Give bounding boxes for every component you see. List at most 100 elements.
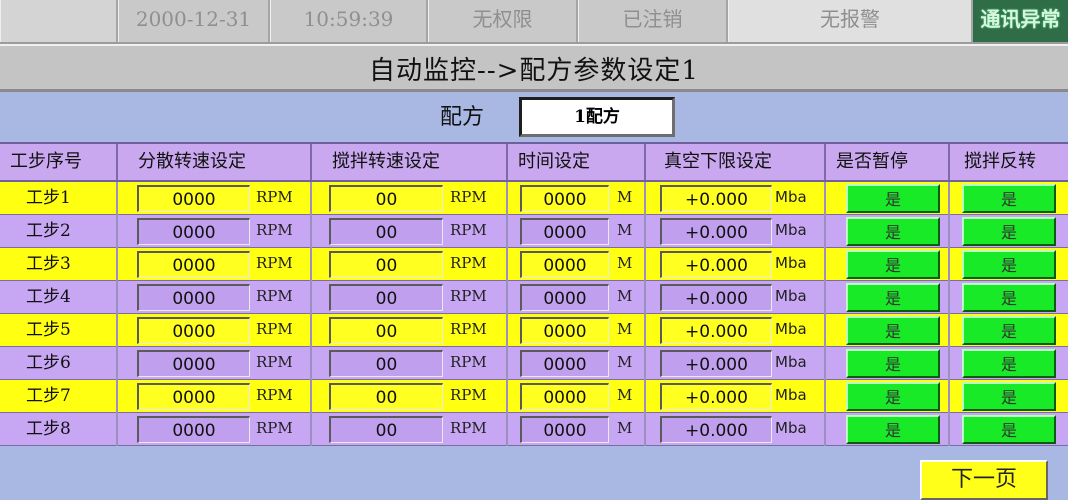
column-divider xyxy=(644,281,646,314)
pause-toggle-button[interactable]: 是 xyxy=(846,250,940,279)
reverse-toggle-button[interactable]: 是 xyxy=(962,250,1056,279)
column-divider xyxy=(644,380,646,413)
time-input[interactable]: 0000 xyxy=(520,383,609,410)
time-input[interactable]: 0000 xyxy=(520,185,609,212)
stir-speed-input[interactable]: 00 xyxy=(329,251,443,278)
recipe-selector[interactable]: 1配方 xyxy=(519,97,675,137)
column-divider xyxy=(644,347,646,380)
vacuum-input[interactable]: +0.000 xyxy=(660,383,772,410)
rpm-unit: RPM xyxy=(256,188,293,206)
status-spacer xyxy=(0,0,118,42)
column-divider xyxy=(310,347,312,380)
vacuum-input[interactable]: +0.000 xyxy=(660,218,772,245)
pause-toggle-button[interactable]: 是 xyxy=(846,349,940,378)
pause-toggle-button[interactable]: 是 xyxy=(846,415,940,444)
column-divider xyxy=(506,215,508,248)
table-row: 工步4 0000 RPM 00 RPM 0000 M +0.000 Mba 是是 xyxy=(0,281,1068,314)
header-vacuum: 真空下限设定 xyxy=(644,144,824,180)
column-divider xyxy=(310,281,312,314)
vacuum-unit: Mba xyxy=(775,320,807,338)
column-divider xyxy=(506,182,508,215)
stir-speed-input[interactable]: 00 xyxy=(329,383,443,410)
rpm-unit: RPM xyxy=(256,320,293,338)
disperse-speed-input[interactable]: 0000 xyxy=(137,416,250,443)
disperse-speed-input[interactable]: 0000 xyxy=(137,350,250,377)
column-divider xyxy=(948,413,950,446)
stir-speed-input[interactable]: 00 xyxy=(329,317,443,344)
next-page-button[interactable]: 下一页 xyxy=(920,460,1048,500)
reverse-toggle-button[interactable]: 是 xyxy=(962,316,1056,345)
rpm-unit: RPM xyxy=(256,254,293,272)
column-divider xyxy=(948,248,950,281)
vacuum-unit: Mba xyxy=(775,254,807,272)
time-input[interactable]: 0000 xyxy=(520,416,609,443)
vacuum-unit: Mba xyxy=(775,287,807,305)
time-input[interactable]: 0000 xyxy=(520,284,609,311)
disperse-speed-input[interactable]: 0000 xyxy=(137,251,250,278)
reverse-toggle-button[interactable]: 是 xyxy=(962,184,1056,213)
vacuum-unit: Mba xyxy=(775,353,807,371)
column-divider xyxy=(506,314,508,347)
pause-toggle-button[interactable]: 是 xyxy=(846,316,940,345)
rpm-unit: RPM xyxy=(450,254,487,272)
time-input[interactable]: 0000 xyxy=(520,218,609,245)
vacuum-input[interactable]: +0.000 xyxy=(660,284,772,311)
time-input[interactable]: 0000 xyxy=(520,251,609,278)
stir-speed-input[interactable]: 00 xyxy=(329,185,443,212)
stir-speed-input[interactable]: 00 xyxy=(329,416,443,443)
minute-unit: M xyxy=(617,221,633,239)
column-divider xyxy=(644,248,646,281)
column-divider xyxy=(506,380,508,413)
column-divider xyxy=(824,314,826,347)
time-input[interactable]: 0000 xyxy=(520,317,609,344)
table-header: 工步序号 分散转速设定 搅拌转速设定 时间设定 真空下限设定 是否暂停 搅拌反转 xyxy=(0,142,1068,182)
status-comm-error: 通讯异常 xyxy=(973,0,1068,42)
pause-toggle-button[interactable]: 是 xyxy=(846,184,940,213)
pause-toggle-button[interactable]: 是 xyxy=(846,382,940,411)
disperse-speed-input[interactable]: 0000 xyxy=(137,383,250,410)
rpm-unit: RPM xyxy=(450,353,487,371)
rpm-unit: RPM xyxy=(450,320,487,338)
reverse-toggle-button[interactable]: 是 xyxy=(962,382,1056,411)
rpm-unit: RPM xyxy=(256,353,293,371)
reverse-toggle-button[interactable]: 是 xyxy=(962,349,1056,378)
table-row: 工步7 0000 RPM 00 RPM 0000 M +0.000 Mba 是是 xyxy=(0,380,1068,413)
rpm-unit: RPM xyxy=(256,419,293,437)
rpm-unit: RPM xyxy=(450,419,487,437)
column-divider xyxy=(116,281,118,314)
pause-toggle-button[interactable]: 是 xyxy=(846,283,940,312)
stir-speed-input[interactable]: 00 xyxy=(329,284,443,311)
vacuum-input[interactable]: +0.000 xyxy=(660,317,772,344)
table-row: 工步3 0000 RPM 00 RPM 0000 M +0.000 Mba 是是 xyxy=(0,248,1068,281)
column-divider xyxy=(310,380,312,413)
vacuum-input[interactable]: +0.000 xyxy=(660,251,772,278)
column-divider xyxy=(824,182,826,215)
column-divider xyxy=(948,215,950,248)
vacuum-input[interactable]: +0.000 xyxy=(660,416,772,443)
minute-unit: M xyxy=(617,254,633,272)
reverse-toggle-button[interactable]: 是 xyxy=(962,217,1056,246)
table-row: 工步8 0000 RPM 00 RPM 0000 M +0.000 Mba 是是 xyxy=(0,413,1068,446)
stir-speed-input[interactable]: 00 xyxy=(329,350,443,377)
column-divider xyxy=(116,248,118,281)
disperse-speed-input[interactable]: 0000 xyxy=(137,218,250,245)
vacuum-input[interactable]: +0.000 xyxy=(660,350,772,377)
minute-unit: M xyxy=(617,386,633,404)
column-divider xyxy=(948,314,950,347)
disperse-speed-input[interactable]: 0000 xyxy=(137,185,250,212)
column-divider xyxy=(116,314,118,347)
column-divider xyxy=(824,281,826,314)
reverse-toggle-button[interactable]: 是 xyxy=(962,415,1056,444)
recipe-label: 配方 xyxy=(440,105,485,130)
time-input[interactable]: 0000 xyxy=(520,350,609,377)
column-divider xyxy=(644,413,646,446)
pause-toggle-button[interactable]: 是 xyxy=(846,217,940,246)
reverse-toggle-button[interactable]: 是 xyxy=(962,283,1056,312)
stir-speed-input[interactable]: 00 xyxy=(329,218,443,245)
disperse-speed-input[interactable]: 0000 xyxy=(137,317,250,344)
column-divider xyxy=(116,413,118,446)
disperse-speed-input[interactable]: 0000 xyxy=(137,284,250,311)
vacuum-input[interactable]: +0.000 xyxy=(660,185,772,212)
column-divider xyxy=(506,281,508,314)
header-disperse-speed: 分散转速设定 xyxy=(116,144,310,180)
